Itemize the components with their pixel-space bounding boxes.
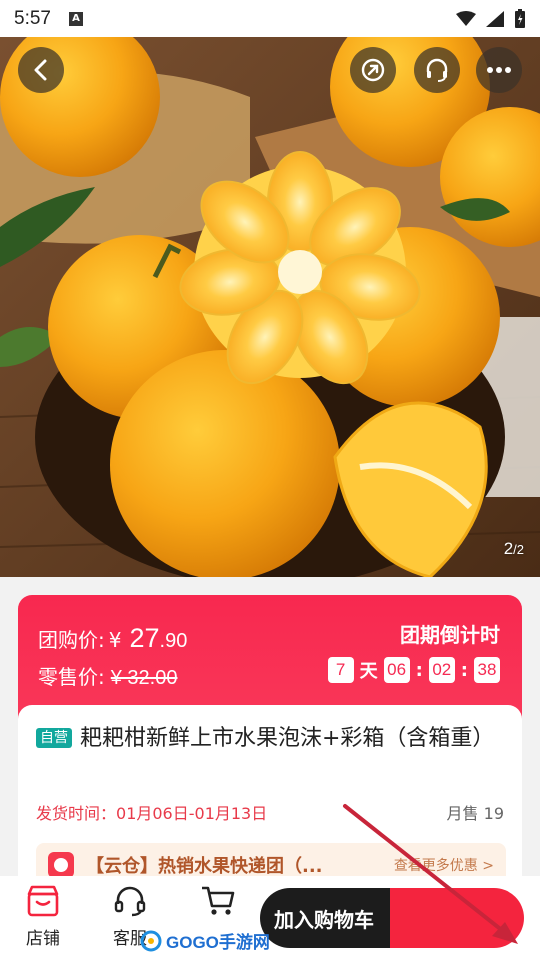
store-tab-label: 店铺 <box>26 929 60 949</box>
shipping-time-range: 01月06日-01月13日 <box>116 804 268 823</box>
pager-current: 2 <box>503 539 514 558</box>
status-icons <box>456 8 526 29</box>
product-image[interactable]: 2/2 <box>0 37 540 577</box>
countdown-minutes: 02 <box>428 657 455 683</box>
shipping-time-label: 发货时间： <box>36 804 117 823</box>
product-detail-page: 5:57 A 2/2 团购价: ¥ 27 .90 零售价: ¥ 32.00 团期… <box>0 0 540 960</box>
countdown-separator: : <box>415 659 423 681</box>
oranges-illustration <box>0 37 540 577</box>
status-time: 5:57 <box>14 7 51 29</box>
countdown-days: 7 <box>327 657 354 683</box>
cart-icon <box>202 886 235 915</box>
countdown-separator: : <box>460 659 468 681</box>
retail-price-label: 零售价: <box>38 665 105 689</box>
customer-service-button[interactable] <box>414 47 460 93</box>
signal-icon <box>486 10 504 27</box>
pager-total: /2 <box>513 542 524 557</box>
headset-icon <box>114 886 146 917</box>
group-price-integer: 27 <box>129 623 160 653</box>
monthly-sales: 月售 19 <box>446 804 504 823</box>
retail-price: 零售价: ¥ 32.00 <box>38 661 177 690</box>
buy-now-segment[interactable] <box>390 888 524 948</box>
store-logo-icon <box>48 852 74 878</box>
share-button[interactable] <box>350 47 396 93</box>
watermark-logo-icon <box>140 930 162 951</box>
store-icon <box>27 885 59 917</box>
cart-tab[interactable] <box>188 884 248 918</box>
watermark: GOGO手游网 <box>140 928 270 953</box>
image-pager: 2/2 <box>504 539 524 559</box>
countdown-timer: 7 天 06 : 02 : 38 <box>327 657 500 683</box>
shipping-time: 发货时间：01月06日-01月13日 <box>36 800 267 824</box>
countdown-title: 团期倒计时 <box>400 623 500 647</box>
more-icon <box>487 67 511 73</box>
product-title-block: 自营 耙耙柑新鲜上市水果泡沫+彩箱（含箱重） <box>36 721 506 757</box>
watermark-text: GOGO手游网 <box>166 933 270 952</box>
countdown-hours: 06 <box>383 657 410 683</box>
add-to-cart-button[interactable]: 加入购物车 <box>260 888 524 948</box>
share-icon <box>361 58 385 82</box>
product-title: 耙耙柑新鲜上市水果泡沫+彩箱（含箱重） <box>80 726 495 751</box>
status-bar: 5:57 A <box>0 0 540 37</box>
countdown-seconds: 38 <box>474 657 500 683</box>
retail-price-value: ¥ 32.00 <box>110 667 178 689</box>
self-operated-badge: 自营 <box>36 728 72 748</box>
store-tab[interactable]: 店铺 <box>13 884 73 949</box>
group-price-decimal: .90 <box>159 630 188 652</box>
headset-icon <box>426 58 448 82</box>
back-button[interactable] <box>18 47 64 93</box>
bottom-action-bar: 店铺 客服 加入购物车 <box>0 876 540 960</box>
countdown-day-unit: 天 <box>359 661 378 682</box>
promo-text: 【云仓】热销水果快递团（... <box>86 856 323 877</box>
add-to-cart-label: 加入购物车 <box>260 888 390 948</box>
back-icon <box>34 59 47 81</box>
group-price: 团购价: ¥ 27 .90 <box>38 623 187 654</box>
wifi-icon <box>456 10 476 26</box>
battery-icon <box>515 8 525 28</box>
more-button[interactable] <box>476 47 522 93</box>
more-offers-link[interactable]: 查看更多优惠 > <box>394 855 494 875</box>
group-price-label: 团购价: <box>38 628 105 652</box>
group-price-currency: ¥ <box>108 628 122 652</box>
notification-icon: A <box>68 11 83 26</box>
